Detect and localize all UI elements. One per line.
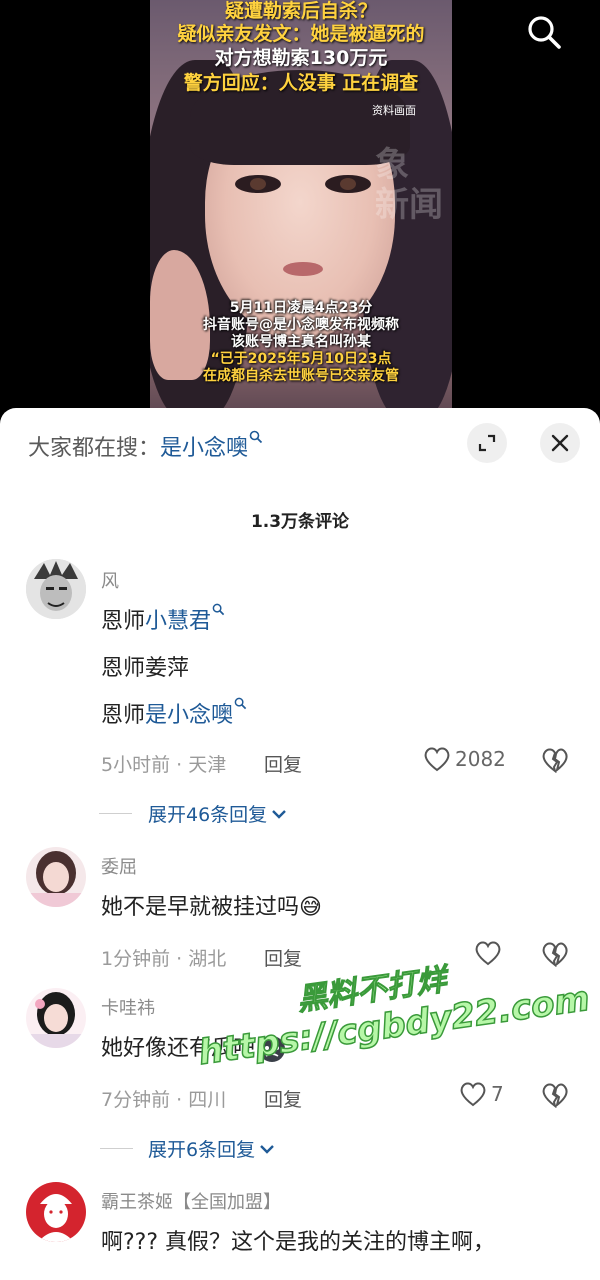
comment-line: 啊??? 真假？这个是我的关注的博主啊， (101, 1224, 495, 1256)
angry-emoji-icon (259, 1036, 286, 1062)
avatar-image (26, 988, 86, 1048)
avatar-image (26, 847, 86, 907)
avatar[interactable] (26, 559, 86, 619)
grin-sweat-emoji: 😅 (299, 895, 322, 920)
comment-line: 她好像还有瓜吧 (101, 1030, 287, 1064)
comment-search-link[interactable]: 小慧君 (145, 609, 211, 634)
search-button[interactable] (526, 14, 562, 50)
reply-button[interactable]: 回复 (264, 944, 302, 971)
expand-sheet-button[interactable] (467, 423, 507, 463)
like-button[interactable]: 2082 (423, 746, 506, 772)
broken-heart-icon (542, 1083, 568, 1109)
caption-line: 对方想勒索130万元 (214, 47, 388, 69)
trending-search[interactable]: 大家都在搜：是小念噢 (28, 430, 263, 462)
search-icon (212, 603, 225, 616)
video-top-caption: 疑遭勒索后自杀？ 疑似亲友发文：她是被逼死的 对方想勒索130万元 警方回应：人… (150, 0, 452, 96)
comment-count: 1.3万条评论 (250, 512, 350, 532)
video-eye-right (325, 175, 371, 193)
comment-username[interactable]: 卡哇祎 (101, 994, 155, 1020)
divider (99, 813, 132, 814)
avatar-image (26, 1182, 86, 1242)
comment-search-link[interactable]: 是小念噢 (145, 703, 233, 728)
sheet-header: 大家都在搜：是小念噢 (0, 408, 600, 478)
comment-time-location: 5小时前 · 天津 (101, 754, 227, 776)
video-lips (283, 262, 323, 276)
like-count: 7 (491, 1082, 504, 1106)
expand-replies-label: 展开46条回复 (148, 804, 268, 826)
caption-line: 疑遭勒索后自杀？ (224, 0, 377, 22)
search-icon (528, 16, 561, 49)
comment-line: 恩师姜萍 (101, 650, 189, 682)
caption-line: 该账号博主真名叫孙某 (231, 334, 371, 350)
chevron-down-icon (260, 1144, 274, 1154)
expand-icon (478, 434, 496, 452)
caption-line: 警方回应：人没事 正在调查 (183, 72, 419, 94)
avatar[interactable] (26, 1182, 86, 1242)
caption-line: 5月11日凌晨4点23分 (229, 300, 373, 316)
expand-replies-label: 展开6条回复 (148, 1139, 256, 1161)
caption-line: 在成都自杀去世账号已交亲友管 (203, 368, 399, 384)
like-count: 2082 (455, 747, 506, 771)
close-sheet-button[interactable] (540, 423, 580, 463)
comment-text: 她好像还有瓜吧 (101, 1036, 256, 1061)
search-icon (249, 430, 263, 444)
reply-button[interactable]: 回复 (264, 750, 302, 777)
caption-line: 抖音账号@是小念噢发布视频称 (203, 317, 399, 333)
avatar[interactable] (26, 847, 86, 907)
video-frame: 象 新闻 疑遭勒索后自杀？ 疑似亲友发文：她是被逼死的 对方想勒索130万元 警… (150, 0, 452, 420)
comment-line: 恩师是小念噢 (101, 697, 247, 729)
heart-icon (460, 1082, 486, 1107)
dislike-button[interactable] (541, 1082, 569, 1112)
comment-username[interactable]: 霸王茶姬【全国加盟】 (101, 1188, 281, 1214)
heart-icon (475, 941, 501, 966)
like-button[interactable]: 7 (459, 1081, 504, 1107)
broken-heart-icon (542, 748, 568, 774)
comment-line: 恩师小慧君 (101, 603, 225, 635)
divider (100, 1148, 133, 1149)
video-watermark-logo: 象 新闻 (375, 145, 443, 225)
broken-heart-icon (542, 942, 568, 968)
video-player[interactable]: 象 新闻 疑遭勒索后自杀？ 疑似亲友发文：她是被逼死的 对方想勒索130万元 警… (0, 0, 600, 420)
reply-button[interactable]: 回复 (264, 1085, 302, 1112)
caption-line: “已于2025年5月10日23点 (210, 351, 392, 367)
avatar[interactable] (26, 988, 86, 1048)
source-tag: 资料画面 (372, 104, 416, 117)
trending-search-term[interactable]: 是小念噢 (160, 436, 248, 461)
comment-text: 恩师姜萍 (101, 656, 190, 681)
trending-search-prefix: 大家都在搜： (28, 436, 161, 461)
avatar-image (26, 559, 86, 619)
comment-username[interactable]: 风 (101, 567, 119, 593)
expand-replies-button[interactable]: 展开46条回复 (99, 800, 287, 827)
comment-time-location: 7分钟前 · 四川 (101, 1089, 227, 1111)
comment-text: 她不是早就被挂过吗 (101, 895, 300, 920)
comment-text: 恩师 (101, 609, 146, 634)
search-icon (234, 697, 247, 710)
expand-replies-button[interactable]: 展开6条回复 (100, 1135, 275, 1162)
comment-username[interactable]: 委屈 (101, 853, 137, 879)
dislike-button[interactable] (541, 747, 569, 777)
heart-icon (424, 747, 450, 772)
comment-text: 恩师 (101, 703, 146, 728)
site-watermark: 黑料不打烊 https://cgbdy22.com (190, 934, 600, 1099)
video-bottom-caption: 5月11日凌晨4点23分 抖音账号@是小念噢发布视频称 该账号博主真名叫孙某 “… (150, 300, 452, 385)
comment-time-location: 1分钟前 · 湖北 (101, 948, 227, 970)
video-eye-left (235, 175, 281, 193)
dislike-button[interactable] (541, 941, 569, 971)
like-button[interactable] (474, 940, 502, 966)
close-icon (551, 434, 569, 452)
caption-line: 疑似亲友发文：她是被逼死的 (177, 23, 425, 45)
comment-text: 啊??? 真假？这个是我的关注的博主啊， (101, 1230, 496, 1255)
chevron-down-icon (272, 809, 287, 819)
comment-line: 她不是早就被挂过吗😅 (101, 889, 322, 921)
comments-sheet: 大家都在搜：是小念噢 1.3万条评论 风 恩师小慧君 恩师姜萍 恩师是小念噢 5… (0, 408, 600, 1280)
